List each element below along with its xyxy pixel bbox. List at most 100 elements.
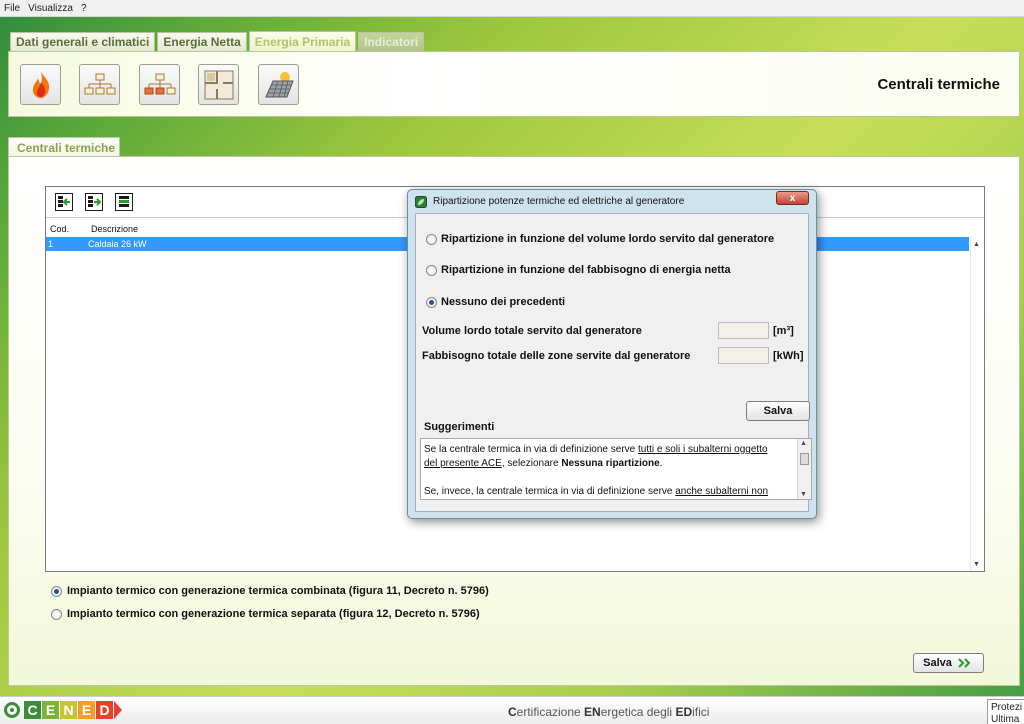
footer-title-part: ifici: [692, 705, 710, 719]
option-volume[interactable]: Ripartizione in funzione del volume lord…: [426, 233, 774, 245]
sugg-text-part: Se, invece, la centrale termica in via d…: [424, 486, 676, 497]
eye-icon: [4, 702, 20, 718]
radio-combined[interactable]: [51, 585, 62, 597]
protection-line1: Protezi: [991, 702, 1023, 713]
footer: C E N E D Certificazione ENergetica degl…: [0, 696, 1024, 724]
double-chevron-right-icon: [958, 658, 971, 668]
radio-energy[interactable]: [426, 264, 437, 276]
close-icon: x: [789, 192, 796, 204]
remove-row-icon: [88, 196, 101, 207]
floor-plan-button[interactable]: [198, 64, 239, 105]
suggestions-box: Se la centrale termica in via di definiz…: [420, 438, 812, 500]
footer-title-part: EN: [584, 705, 601, 719]
sugg-text-part: .: [659, 458, 663, 469]
volume-label: Volume lordo totale servito dal generato…: [422, 325, 642, 337]
tab-energia-primaria[interactable]: Energia Primaria: [248, 31, 357, 51]
ripartizione-dialog: Ripartizione potenze termiche ed elettri…: [407, 189, 817, 519]
scroll-up-icon[interactable]: ▲: [973, 241, 980, 248]
footer-title-part: C: [508, 705, 517, 719]
add-row-button[interactable]: [55, 193, 73, 211]
dialog-save-label: Salva: [763, 405, 793, 417]
menu-bar: File Visualizza ?: [0, 0, 1024, 17]
close-button[interactable]: x: [776, 191, 809, 205]
scroll-down-icon[interactable]: ▼: [973, 561, 980, 568]
scroll-thumb[interactable]: [800, 453, 809, 465]
row-code: 1: [48, 239, 54, 249]
radio-separate[interactable]: [51, 608, 62, 620]
sugg-underline: anche subalterni non: [675, 486, 769, 497]
footer-title-part: ED: [675, 705, 693, 719]
page-title: Centrali termiche: [877, 76, 1000, 93]
need-unit: [kWh]: [773, 350, 804, 362]
volume-input[interactable]: [718, 322, 769, 339]
option-combined[interactable]: Impianto termico con generazione termica…: [51, 585, 489, 597]
radio-none[interactable]: [426, 296, 437, 308]
flame-icon-button[interactable]: [20, 64, 61, 105]
ceneed-logo: C E N E D: [4, 701, 122, 719]
need-input[interactable]: [718, 347, 769, 364]
sugg-bold: Nessuna ripartizione: [561, 458, 660, 469]
sugg-text-part: Se la centrale termica in via di definiz…: [424, 444, 638, 455]
suggestions-scrollbar[interactable]: ▲ ▼: [797, 439, 811, 499]
menu-visualizza[interactable]: Visualizza: [28, 3, 73, 14]
scroll-down-icon[interactable]: ▼: [800, 491, 807, 498]
sugg-underline: del presente ACE: [424, 458, 502, 469]
sugg-text-part: , selezionare: [501, 458, 562, 469]
solar-panel-icon: [264, 71, 294, 97]
suggestions-text: Se la centrale termica in via di definiz…: [424, 443, 796, 499]
option-separate-label: Impianto termico con generazione termica…: [67, 608, 480, 620]
column-header-description: Descrizione: [91, 224, 139, 234]
subtab-centrali-termiche[interactable]: Centrali termiche: [8, 137, 120, 157]
rows-icon: [119, 196, 129, 207]
logo-letter: E: [78, 701, 95, 719]
volume-unit: [m³]: [773, 325, 794, 337]
solar-panel-button[interactable]: [258, 64, 299, 105]
logo-arrow-icon: [114, 701, 122, 719]
tab-dati-generali[interactable]: Dati generali e climatici: [10, 32, 156, 51]
option-energy-label: Ripartizione in funzione del fabbisogno …: [441, 264, 731, 276]
menu-file[interactable]: File: [4, 3, 20, 14]
logo-letter: C: [24, 701, 41, 719]
network-highlight-button[interactable]: [139, 64, 180, 105]
save-button[interactable]: Salva: [913, 653, 984, 673]
option-none-label: Nessuno dei precedenti: [441, 296, 566, 308]
main-tabs: Dati generali e climatici Energia Netta …: [10, 31, 425, 51]
tab-energia-netta[interactable]: Energia Netta: [157, 32, 247, 51]
dialog-body: Ripartizione in funzione del volume lord…: [415, 213, 812, 512]
dialog-save-button[interactable]: Salva: [746, 401, 810, 421]
option-separate[interactable]: Impianto termico con generazione termica…: [51, 608, 480, 620]
logo-letter: D: [96, 701, 113, 719]
protection-line2: Ultima: [991, 714, 1020, 724]
logo-letter: E: [42, 701, 59, 719]
add-row-icon: [58, 196, 70, 207]
radio-volume[interactable]: [426, 233, 437, 245]
footer-title: Certificazione ENergetica degli EDifici: [508, 705, 709, 719]
logo-letter: N: [60, 701, 77, 719]
network-button[interactable]: [79, 64, 120, 105]
scroll-up-icon[interactable]: ▲: [800, 440, 807, 447]
network-diagram-highlighted-icon: [144, 73, 175, 94]
need-label: Fabbisogno totale delle zone servite dal…: [422, 350, 691, 362]
footer-title-part: ertificazione: [516, 705, 585, 719]
suggestions-title: Suggerimenti: [424, 421, 495, 433]
tab-indicatori: Indicatori: [358, 32, 425, 51]
remove-row-button[interactable]: [85, 193, 103, 211]
option-energy[interactable]: Ripartizione in funzione del fabbisogno …: [426, 264, 731, 276]
app-leaf-icon: [415, 195, 427, 208]
dialog-title-bar[interactable]: Ripartizione potenze termiche ed elettri…: [408, 190, 816, 213]
floor-plan-icon: [204, 70, 233, 99]
column-header-code: Cod.: [50, 224, 70, 234]
footer-title-part: ergetica degli: [600, 705, 676, 719]
row-description: Caldaia 26 kW: [88, 239, 147, 249]
flame-icon: [32, 71, 49, 98]
header-panel: Centrali termiche: [8, 51, 1020, 117]
save-button-label: Salva: [923, 657, 952, 669]
option-combined-label: Impianto termico con generazione termica…: [67, 585, 489, 597]
protection-box: Protezi Ultima: [987, 699, 1024, 724]
sugg-underline: tutti e soli i subalterni oggetto: [638, 444, 768, 455]
edit-rows-button[interactable]: [115, 193, 133, 211]
list-scrollbar[interactable]: ▲ ▼: [970, 237, 984, 571]
option-none[interactable]: Nessuno dei precedenti: [426, 296, 565, 308]
menu-help[interactable]: ?: [81, 3, 87, 14]
dialog-title: Ripartizione potenze termiche ed elettri…: [433, 196, 685, 207]
